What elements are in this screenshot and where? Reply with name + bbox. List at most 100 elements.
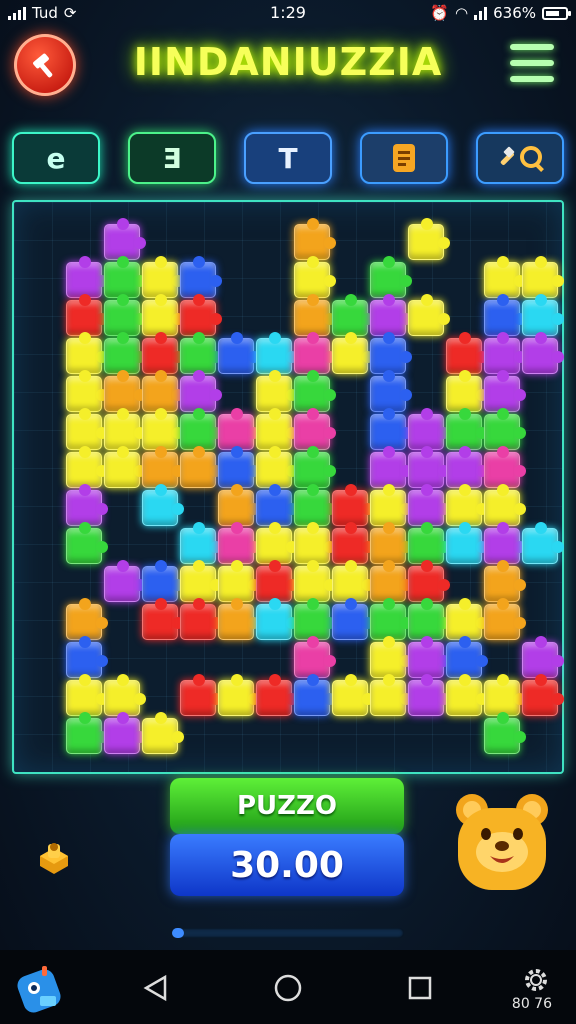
puzzle-piece[interactable] [522, 256, 564, 298]
puzzle-piece[interactable] [332, 598, 374, 640]
puzzle-piece[interactable] [294, 218, 336, 260]
puzzle-piece[interactable] [408, 294, 450, 336]
puzzle-piece[interactable] [294, 484, 336, 526]
puzzle-piece[interactable] [218, 598, 260, 640]
puzzle-piece[interactable] [370, 674, 412, 716]
puzzle-piece[interactable] [294, 560, 336, 602]
puzzle-piece[interactable] [484, 256, 526, 298]
puzzle-piece[interactable] [218, 408, 260, 450]
puzzle-piece[interactable] [484, 484, 526, 526]
puzzle-piece[interactable] [104, 370, 146, 412]
puzzle-piece[interactable] [142, 560, 184, 602]
puzzle-piece[interactable] [104, 218, 146, 260]
puzzle-piece[interactable] [484, 522, 526, 564]
tool-button-hint[interactable] [476, 132, 564, 184]
puzzle-piece[interactable] [256, 522, 298, 564]
puzzle-piece[interactable] [370, 256, 412, 298]
puzzle-piece[interactable] [370, 598, 412, 640]
puzzle-piece[interactable] [66, 674, 108, 716]
puzzle-piece[interactable] [484, 712, 526, 754]
puzzle-piece[interactable] [332, 484, 374, 526]
puzzle-piece[interactable] [484, 294, 526, 336]
puzzle-piece[interactable] [370, 484, 412, 526]
puzzle-piece[interactable] [104, 712, 146, 754]
puzzle-piece[interactable] [218, 332, 260, 374]
puzzle-piece[interactable] [256, 674, 298, 716]
puzzle-piece[interactable] [370, 408, 412, 450]
puzzle-piece[interactable] [180, 370, 222, 412]
puzzle-piece[interactable] [294, 674, 336, 716]
puzzle-piece[interactable] [332, 294, 374, 336]
bear-mascot-icon[interactable] [450, 790, 554, 894]
puzzle-piece[interactable] [446, 370, 488, 412]
puzzle-piece[interactable] [446, 332, 488, 374]
puzzle-piece[interactable] [484, 370, 526, 412]
puzzle-piece[interactable] [408, 636, 450, 678]
puzzle-piece[interactable] [256, 598, 298, 640]
puzzle-piece[interactable] [484, 598, 526, 640]
puzzle-piece[interactable] [408, 218, 450, 260]
puzzle-piece[interactable] [522, 674, 564, 716]
puzzle-piece[interactable] [256, 446, 298, 488]
puzzle-piece[interactable] [370, 446, 412, 488]
puzzle-piece[interactable] [66, 446, 108, 488]
puzzle-piece[interactable] [370, 522, 412, 564]
tool-button-notebook[interactable] [360, 132, 448, 184]
puzzle-piece[interactable] [294, 522, 336, 564]
puzzle-piece[interactable] [484, 408, 526, 450]
puzzle-piece[interactable] [218, 484, 260, 526]
puzzle-board[interactable] [12, 200, 564, 774]
puzzle-piece[interactable] [294, 408, 336, 450]
puzzle-piece[interactable] [66, 484, 108, 526]
puzzle-piece[interactable] [66, 636, 108, 678]
puzzle-piece[interactable] [408, 408, 450, 450]
puzzle-piece[interactable] [332, 522, 374, 564]
puzzle-piece[interactable] [104, 446, 146, 488]
puzzle-piece[interactable] [104, 294, 146, 336]
puzzle-piece[interactable] [294, 446, 336, 488]
puzzle-piece[interactable] [142, 256, 184, 298]
recents-nav-button[interactable] [400, 968, 440, 1008]
puzzle-piece[interactable] [66, 294, 108, 336]
puzzle-piece[interactable] [446, 636, 488, 678]
puzzle-piece[interactable] [218, 522, 260, 564]
puzzle-piece[interactable] [218, 674, 260, 716]
puzzle-piece[interactable] [142, 598, 184, 640]
tool-button-e[interactable]: e [12, 132, 100, 184]
puzzle-piece[interactable] [142, 370, 184, 412]
puzzle-piece[interactable] [294, 256, 336, 298]
puzzle-piece[interactable] [180, 332, 222, 374]
puzzle-piece[interactable] [142, 446, 184, 488]
bolt-nut-icon[interactable] [34, 838, 74, 878]
home-nav-button[interactable] [268, 968, 308, 1008]
puzzle-piece[interactable] [66, 712, 108, 754]
puzzle-piece[interactable] [408, 560, 450, 602]
puzzle-piece[interactable] [522, 522, 564, 564]
puzzle-piece[interactable] [408, 674, 450, 716]
puzzle-piece[interactable] [66, 256, 108, 298]
puzzle-piece[interactable] [104, 256, 146, 298]
puzzle-piece[interactable] [522, 636, 564, 678]
puzzle-piece[interactable] [408, 446, 450, 488]
puzzle-piece[interactable] [256, 484, 298, 526]
puzzle-piece[interactable] [218, 560, 260, 602]
menu-button[interactable] [510, 44, 554, 82]
settings-button[interactable] [516, 960, 556, 1000]
puzzle-piece[interactable] [142, 712, 184, 754]
player-name-plate[interactable]: PUZZO [170, 778, 404, 834]
puzzle-piece[interactable] [104, 408, 146, 450]
puzzle-piece[interactable] [256, 332, 298, 374]
puzzle-piece[interactable] [408, 484, 450, 526]
puzzle-piece[interactable] [408, 598, 450, 640]
puzzle-piece[interactable] [294, 294, 336, 336]
back-nav-button[interactable] [136, 968, 176, 1008]
puzzle-piece[interactable] [294, 598, 336, 640]
puzzle-piece[interactable] [104, 560, 146, 602]
puzzle-piece[interactable] [218, 446, 260, 488]
puzzle-piece[interactable] [66, 370, 108, 412]
puzzle-piece[interactable] [180, 674, 222, 716]
puzzle-piece[interactable] [180, 560, 222, 602]
puzzle-piece[interactable] [370, 636, 412, 678]
puzzle-piece[interactable] [104, 674, 146, 716]
puzzle-piece[interactable] [446, 522, 488, 564]
